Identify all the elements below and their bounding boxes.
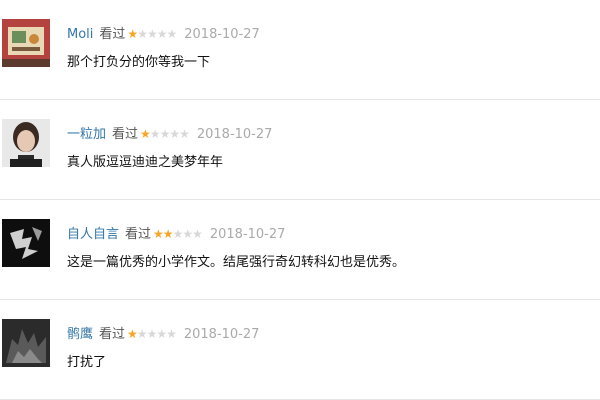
avatar[interactable]: [2, 19, 50, 67]
star-empty-icon: ★: [166, 327, 177, 341]
avatar-image: [2, 119, 50, 167]
star-rating: ★★★★★: [140, 124, 190, 144]
avatar[interactable]: [2, 219, 50, 267]
star-empty-icon: ★: [136, 327, 148, 341]
star-empty-icon: ★: [159, 127, 171, 141]
star-empty-icon: ★: [156, 327, 167, 341]
star-empty-icon: ★: [149, 127, 161, 141]
star-rating: ★★★★★: [153, 224, 203, 244]
username-link[interactable]: 自人自言: [67, 227, 119, 242]
star-filled-icon: ★: [127, 327, 138, 341]
review-meta: Moli 看过 ★★★★★ 2018-10-27: [67, 24, 260, 44]
star-empty-icon: ★: [146, 27, 158, 41]
star-rating: ★★★★★: [127, 24, 177, 44]
star-empty-icon: ★: [172, 227, 184, 241]
star-filled-icon: ★: [162, 227, 174, 241]
review-comment: 打扰了: [67, 355, 107, 370]
star-empty-icon: ★: [169, 127, 180, 141]
username-link[interactable]: 鹘鹰: [67, 327, 93, 342]
review-date: 2018-10-27: [209, 227, 286, 242]
review-item: 自人自言 看过 ★★★★★ 2018-10-27 这是一篇优秀的小学作文。结尾强行奇幻…: [0, 200, 600, 300]
watched-status: 看过: [112, 127, 139, 142]
review-date: 2018-10-27: [183, 327, 260, 342]
watched-status: 看过: [125, 227, 152, 242]
watched-status: 看过: [99, 27, 126, 42]
star-empty-icon: ★: [146, 327, 158, 341]
star-filled-icon: ★: [140, 127, 151, 141]
star-filled-icon: ★: [153, 227, 164, 241]
avatar-image: [2, 219, 50, 267]
review-item: Moli 看过 ★★★★★ 2018-10-27 那个打负分的你等我一下: [0, 0, 600, 100]
avatar-image: [2, 319, 50, 367]
review-meta: 鹘鹰 看过 ★★★★★ 2018-10-27: [67, 324, 259, 344]
review-comment: 那个打负分的你等我一下: [67, 55, 211, 70]
username-link[interactable]: 一粒加: [67, 127, 106, 142]
review-comment: 这是一篇优秀的小学作文。结尾强行奇幻转科幻也是优秀。: [67, 255, 406, 270]
avatar-image: [2, 19, 50, 67]
avatar[interactable]: [2, 119, 50, 167]
star-empty-icon: ★: [192, 227, 203, 241]
star-empty-icon: ★: [166, 27, 177, 41]
star-empty-icon: ★: [182, 227, 193, 241]
review-comment: 真人版逗逗迪迪之美梦年年: [67, 155, 224, 170]
review-item: 一粒加 看过 ★★★★★ 2018-10-27 真人版逗逗迪迪之美梦年年: [0, 100, 600, 200]
review-date: 2018-10-27: [184, 27, 260, 42]
avatar[interactable]: [2, 319, 50, 367]
review-date: 2018-10-27: [196, 127, 273, 142]
star-empty-icon: ★: [179, 127, 190, 141]
star-empty-icon: ★: [137, 27, 148, 41]
username-link[interactable]: Moli: [67, 27, 93, 42]
star-filled-icon: ★: [127, 27, 138, 41]
review-meta: 一粒加 看过 ★★★★★ 2018-10-27: [67, 124, 272, 144]
review-meta: 自人自言 看过 ★★★★★ 2018-10-27: [67, 224, 285, 244]
review-item: 鹘鹰 看过 ★★★★★ 2018-10-27 打扰了: [0, 300, 600, 400]
star-rating: ★★★★★: [127, 324, 177, 344]
watched-status: 看过: [99, 327, 126, 342]
